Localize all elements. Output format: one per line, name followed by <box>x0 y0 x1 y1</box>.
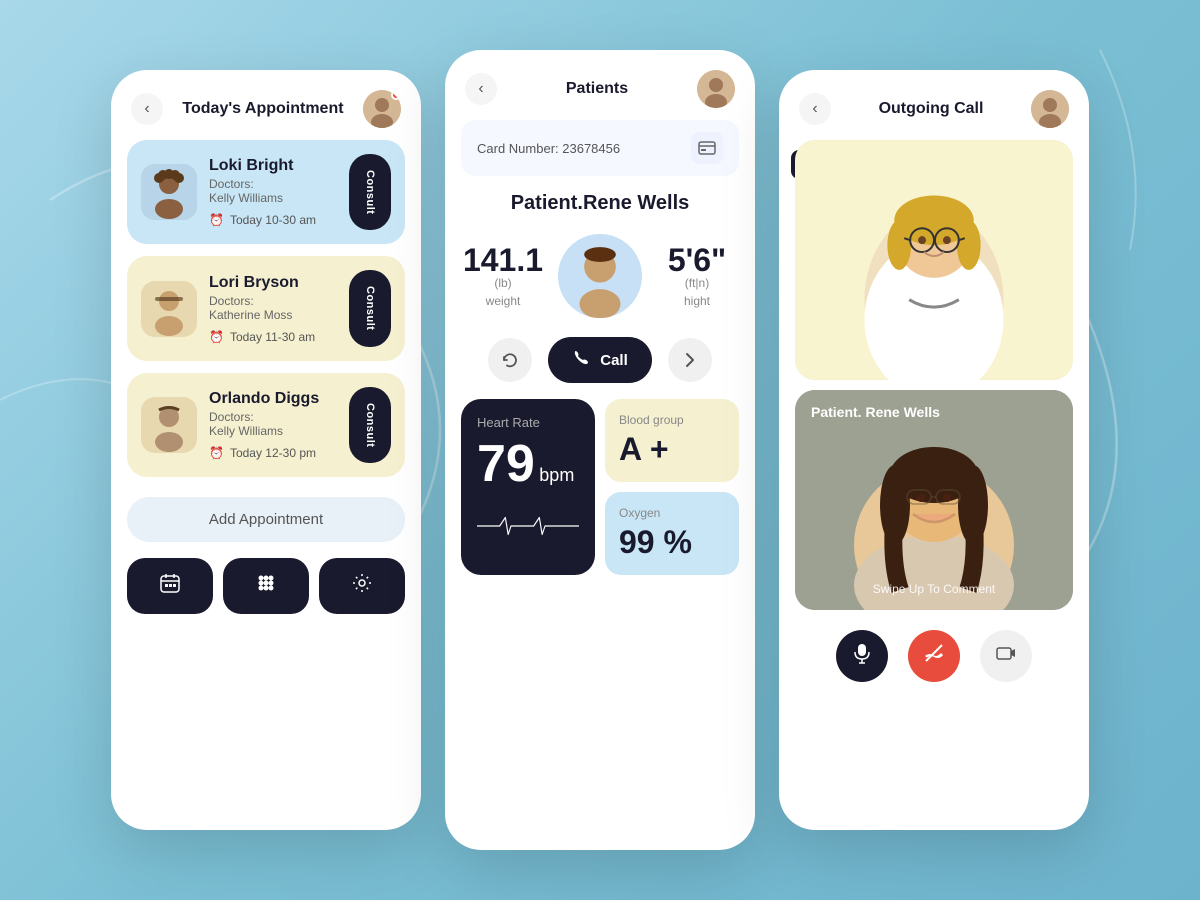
height-value: 5'6" <box>655 244 739 276</box>
appt-doctor-3: Doctors: Kelly Williams <box>209 410 337 438</box>
swipe-label: Swipe Up To Comment <box>873 582 996 596</box>
appointment-card-3: Orlando Diggs Doctors: Kelly Williams ⏰ … <box>127 373 405 477</box>
card-icon <box>691 132 723 164</box>
patient-photo <box>555 231 645 321</box>
heart-rate-unit: bpm <box>539 465 574 485</box>
appt-avatar-2 <box>141 281 197 337</box>
appt-avatar-3 <box>141 397 197 453</box>
heart-rate-value-row: 79 bpm <box>477 438 579 490</box>
nav-settings-button[interactable] <box>319 558 405 614</box>
patient-name: Patient.Rene Wells <box>445 192 755 215</box>
heart-rate-card: Heart Rate 79 bpm <box>461 399 595 575</box>
p3-header: ‹ Outgoing Call <box>779 70 1089 140</box>
calendar-icon <box>159 572 181 600</box>
heart-rate-label: Heart Rate <box>477 415 579 430</box>
patient-video-label: Patient. Rene Wells <box>811 404 940 420</box>
appt-name-1: Loki Bright <box>209 157 337 175</box>
p1-avatar <box>363 90 401 128</box>
p3-title: Outgoing Call <box>879 100 984 118</box>
consult-btn-2[interactable]: Consult <box>349 270 391 346</box>
height-stat: 5'6" (ft|n) hight <box>655 244 739 308</box>
p2-avatar <box>697 70 735 108</box>
weight-unit: (lb) <box>461 276 545 290</box>
next-button[interactable] <box>668 338 712 382</box>
weight-label: weight <box>461 294 545 308</box>
ecg-line <box>477 506 579 551</box>
stats-row: 141.1 (lb) weight 5'6" (ft|n) hight <box>461 231 739 321</box>
phones-container: ‹ Today's Appointment <box>111 50 1089 850</box>
weight-value: 141.1 <box>461 244 545 276</box>
consult-btn-3[interactable]: Consult <box>349 387 391 463</box>
camera-icon <box>995 642 1017 670</box>
appt-name-2: Lori Bryson <box>209 274 337 292</box>
appt-doctor-2: Doctors: Katherine Moss <box>209 294 337 322</box>
p2-title: Patients <box>566 80 628 98</box>
appt-info-1: Loki Bright Doctors: Kelly Williams ⏰ To… <box>209 157 337 227</box>
heart-rate-value: 79 <box>477 435 535 493</box>
call-phone-icon <box>572 349 590 371</box>
height-unit: (ft|n) <box>655 276 739 290</box>
p1-back-button[interactable]: ‹ <box>131 93 163 125</box>
appt-info-2: Lori Bryson Doctors: Katherine Moss ⏰ To… <box>209 274 337 344</box>
phone-patients: ‹ Patients Card Number: 23678456 Pati <box>445 50 755 850</box>
health-grid: Heart Rate 79 bpm Blood group A + Oxygen… <box>461 399 739 575</box>
oxygen-value: 99 % <box>619 524 725 561</box>
p1-title: Today's Appointment <box>182 100 343 118</box>
p3-avatar <box>1031 90 1069 128</box>
add-appointment-button[interactable]: Add Appointment <box>127 497 405 542</box>
nav-calendar-button[interactable] <box>127 558 213 614</box>
settings-icon <box>351 572 373 600</box>
mic-icon <box>851 642 873 670</box>
weight-stat: 141.1 (lb) weight <box>461 244 545 308</box>
appt-time-1: ⏰ Today 10-30 am <box>209 213 337 227</box>
call-label: Call <box>600 352 628 369</box>
call-row: Call <box>461 337 739 383</box>
doctor-video <box>795 140 1073 380</box>
phone-appointments: ‹ Today's Appointment <box>111 70 421 830</box>
appointment-card-1: Loki Bright Doctors: Kelly Williams ⏰ To… <box>127 140 405 244</box>
oxygen-label: Oxygen <box>619 506 725 520</box>
patient-video: Patient. Rene Wells Swipe Up To Comment <box>795 390 1073 610</box>
call-controls <box>779 620 1089 692</box>
height-label: hight <box>655 294 739 308</box>
grid-icon <box>255 572 277 600</box>
appt-time-2: ⏰ Today 11-30 am <box>209 330 337 344</box>
nav-grid-button[interactable] <box>223 558 309 614</box>
appointment-card-2: Lori Bryson Doctors: Katherine Moss ⏰ To… <box>127 256 405 360</box>
p1-nav <box>111 558 421 634</box>
consult-btn-1[interactable]: Consult <box>349 154 391 230</box>
blood-group-value: A + <box>619 431 725 468</box>
appt-avatar-1 <box>141 164 197 220</box>
end-call-button[interactable] <box>908 630 960 682</box>
appt-doctor-1: Doctors: Kelly Williams <box>209 177 337 205</box>
card-number-text: Card Number: 23678456 <box>477 141 620 156</box>
refresh-button[interactable] <box>488 338 532 382</box>
oxygen-card: Oxygen 99 % <box>605 492 739 575</box>
appt-name-3: Orlando Diggs <box>209 390 337 408</box>
blood-group-card: Blood group A + <box>605 399 739 482</box>
call-button[interactable]: Call <box>548 337 652 383</box>
phone-call: ‹ Outgoing Call 0:30 <box>779 70 1089 830</box>
p1-content: Loki Bright Doctors: Kelly Williams ⏰ To… <box>111 140 421 477</box>
camera-button[interactable] <box>980 630 1032 682</box>
p2-back-button[interactable]: ‹ <box>465 73 497 105</box>
end-call-icon <box>923 642 945 670</box>
p3-back-button[interactable]: ‹ <box>799 93 831 125</box>
p2-header: ‹ Patients <box>445 50 755 120</box>
appt-time-3: ⏰ Today 12-30 pm <box>209 446 337 460</box>
blood-group-label: Blood group <box>619 413 725 427</box>
appt-info-3: Orlando Diggs Doctors: Kelly Williams ⏰ … <box>209 390 337 460</box>
p1-header: ‹ Today's Appointment <box>111 70 421 140</box>
mic-button[interactable] <box>836 630 888 682</box>
card-number-row: Card Number: 23678456 <box>461 120 739 176</box>
